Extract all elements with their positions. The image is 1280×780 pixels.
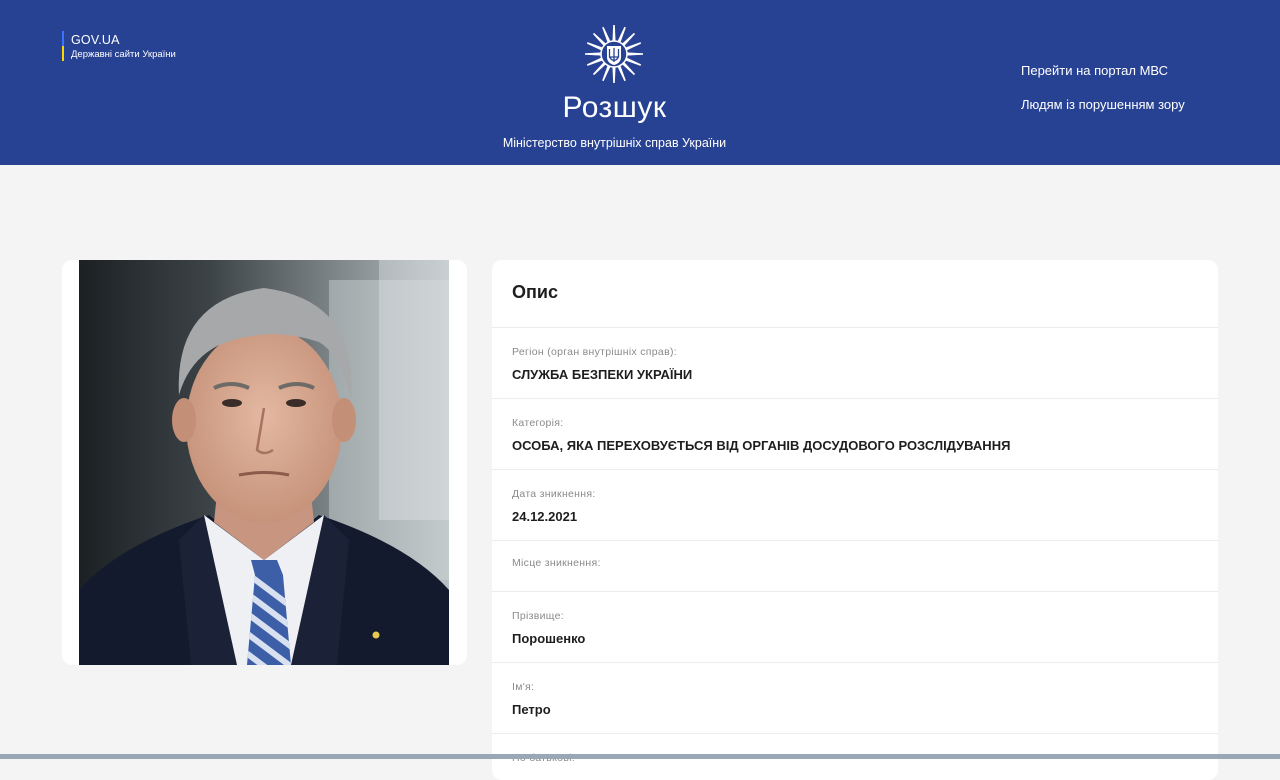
field-value: Порошенко xyxy=(512,631,586,646)
photo-card xyxy=(62,260,467,665)
accessibility-link[interactable]: Людям із порушенням зору xyxy=(1021,95,1185,115)
field-value: Петро xyxy=(512,702,551,717)
field-category: Категорія: ОСОБА, ЯКА ПЕРЕХОВУЄТЬСЯ ВІД … xyxy=(492,399,1218,470)
field-label: Регіон (орган внутрішніх справ): xyxy=(512,346,677,358)
field-disappearance-place: Місце зникнення: xyxy=(492,541,1218,592)
field-label: Прізвище: xyxy=(512,610,564,622)
govua-name: GOV.UA xyxy=(71,33,120,47)
bottom-scroll-strip xyxy=(0,754,1280,759)
mvs-portal-link[interactable]: Перейти на портал МВС xyxy=(1021,61,1185,81)
field-value: СЛУЖБА БЕЗПЕКИ УКРАЇНИ xyxy=(512,367,693,382)
description-card: Опис Регіон (орган внутрішніх справ): СЛ… xyxy=(492,260,1218,780)
field-label: Ім'я: xyxy=(512,681,535,693)
field-first-name: Ім'я: Петро xyxy=(492,663,1218,734)
field-label: Категорія: xyxy=(512,417,564,429)
field-value: 24.12.2021 xyxy=(512,509,578,524)
govua-link[interactable]: GOV.UA Державні сайти України xyxy=(62,31,176,61)
field-label: Дата зникнення: xyxy=(512,488,596,500)
field-label: Місце зникнення: xyxy=(512,557,601,569)
card-title: Опис xyxy=(492,260,1218,328)
header-links: Перейти на портал МВС Людям із порушення… xyxy=(1021,61,1185,129)
field-surname: Прізвище: Порошенко xyxy=(492,592,1218,663)
field-region: Регіон (орган внутрішніх справ): СЛУЖБА … xyxy=(492,328,1218,399)
govua-subtitle: Державні сайти України xyxy=(71,49,176,60)
ukraine-flag-bar xyxy=(62,31,64,61)
field-value: ОСОБА, ЯКА ПЕРЕХОВУЄТЬСЯ ВІД ОРГАНІВ ДОС… xyxy=(512,438,1011,453)
ministry-subtitle: Міністерство внутрішніх справ України xyxy=(502,136,727,150)
site-header: GOV.UA Державні сайти України Розшук Мін… xyxy=(0,0,1280,165)
person-photo xyxy=(79,260,449,665)
field-disappearance-date: Дата зникнення: 24.12.2021 xyxy=(492,470,1218,541)
police-star-emblem-icon xyxy=(585,25,643,83)
